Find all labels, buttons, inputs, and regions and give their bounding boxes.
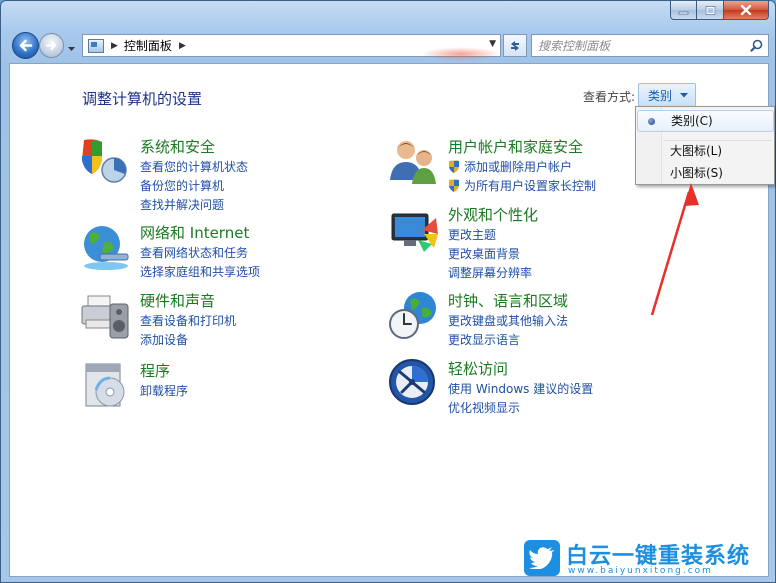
search-icon[interactable] [750, 39, 763, 52]
search-input[interactable] [532, 35, 742, 56]
address-dropdown-icon[interactable]: ▼ [489, 39, 496, 49]
category-title[interactable]: 硬件和声音 [140, 290, 215, 311]
category-title[interactable]: 网络和 Internet [140, 222, 249, 243]
menu-item-label: 小图标(S) [670, 166, 723, 180]
menu-item-category[interactable]: 类别(C) [637, 110, 774, 132]
link-add-device[interactable]: 添加设备 [140, 331, 236, 350]
ease-of-access-icon [389, 359, 435, 405]
menu-item-label: 大图标(L) [670, 144, 723, 158]
appearance-icon [391, 213, 438, 252]
close-button[interactable] [724, 1, 769, 20]
link-find-fix-problems[interactable]: 查找并解决问题 [140, 196, 248, 215]
category-title[interactable]: 时钟、语言和区域 [448, 290, 568, 311]
programs-icon [85, 363, 125, 407]
maximize-icon [705, 5, 715, 15]
link-label: 为所有用户设置家长控制 [464, 179, 597, 193]
category-title[interactable]: 程序 [140, 360, 170, 381]
category-title[interactable]: 轻松访问 [448, 358, 508, 379]
uac-shield-icon [449, 179, 459, 192]
link-view-network-status[interactable]: 查看网络状态和任务 [140, 244, 260, 263]
user-accounts-icon [390, 141, 436, 184]
navigation-toolbar: ▶ 控制面板 ▶ ▼ [9, 31, 769, 61]
radio-dot-icon [648, 118, 655, 125]
network-icon [84, 226, 129, 270]
window-frame: ▶ 控制面板 ▶ ▼ 调整计算机的设置 查看方式: 类别 [0, 0, 776, 583]
link-devices-printers[interactable]: 查看设备和打印机 [140, 312, 236, 331]
forward-button[interactable] [39, 33, 64, 58]
category-title[interactable]: 外观和个性化 [448, 204, 538, 225]
breadcrumb-separator-icon[interactable]: ▶ [179, 41, 186, 51]
link-screen-resolution[interactable]: 调整屏幕分辨率 [448, 264, 532, 283]
maximize-button[interactable] [697, 1, 724, 20]
chevron-down-icon [680, 92, 689, 97]
close-icon [740, 5, 752, 15]
menu-item-large-icons[interactable]: 大图标(L) [637, 140, 774, 162]
link-change-keyboard[interactable]: 更改键盘或其他输入法 [448, 312, 568, 331]
watermark-url: www.baiyunxitong.com [568, 566, 713, 576]
view-by-label: 查看方式: [583, 90, 636, 104]
link-add-remove-accounts[interactable]: 添加或删除用户帐户 [448, 158, 596, 177]
watermark: 白云一键重装系统 www.baiyunxitong.com [524, 538, 770, 580]
control-panel-icon [88, 38, 104, 53]
search-box[interactable] [531, 34, 769, 57]
breadcrumb-separator-icon[interactable]: ▶ [111, 41, 118, 51]
menu-item-label: 类别(C) [671, 114, 713, 128]
minimize-button[interactable] [670, 1, 697, 20]
view-by-dropdown[interactable]: 类别 [638, 83, 696, 107]
link-backup-computer[interactable]: 备份您的计算机 [140, 177, 248, 196]
link-optimize-video[interactable]: 优化视频显示 [448, 399, 593, 418]
bird-logo-icon [524, 540, 560, 576]
link-recommended-settings[interactable]: 使用 Windows 建议的设置 [448, 380, 593, 399]
arrow-left-icon [19, 39, 33, 52]
back-button[interactable] [12, 32, 39, 59]
clock-language-icon [389, 292, 436, 339]
recent-pages-dropdown[interactable] [67, 41, 76, 55]
link-change-theme[interactable]: 更改主题 [448, 226, 532, 245]
link-label: 添加或删除用户帐户 [464, 160, 573, 174]
address-bar[interactable]: ▶ 控制面板 ▶ ▼ [82, 34, 501, 57]
link-parental-controls[interactable]: 为所有用户设置家长控制 [448, 177, 596, 196]
chevron-down-icon [68, 47, 75, 51]
refresh-icon [511, 40, 519, 51]
breadcrumb-control-panel[interactable]: 控制面板 [124, 37, 172, 54]
view-by-value: 类别 [648, 88, 673, 103]
link-change-display-language[interactable]: 更改显示语言 [448, 331, 568, 350]
link-change-background[interactable]: 更改桌面背景 [448, 245, 532, 264]
view-by-menu: 类别(C) 大图标(L) 小图标(S) [635, 106, 775, 185]
link-homegroup-sharing[interactable]: 选择家庭组和共享选项 [140, 263, 260, 282]
menu-item-small-icons[interactable]: 小图标(S) [637, 162, 774, 184]
uac-shield-icon [449, 160, 459, 173]
refresh-button[interactable] [503, 34, 527, 57]
link-view-computer-status[interactable]: 查看您的计算机状态 [140, 158, 248, 177]
caption-buttons [670, 1, 769, 20]
minimize-icon [678, 11, 689, 14]
system-security-icon [82, 139, 127, 183]
category-title[interactable]: 用户帐户和家庭安全 [448, 136, 583, 157]
hardware-sound-icon [81, 295, 129, 339]
page-title: 调整计算机的设置 [82, 90, 203, 108]
category-title[interactable]: 系统和安全 [140, 136, 215, 157]
arrow-right-icon [45, 40, 57, 51]
link-uninstall-program[interactable]: 卸载程序 [140, 382, 188, 401]
